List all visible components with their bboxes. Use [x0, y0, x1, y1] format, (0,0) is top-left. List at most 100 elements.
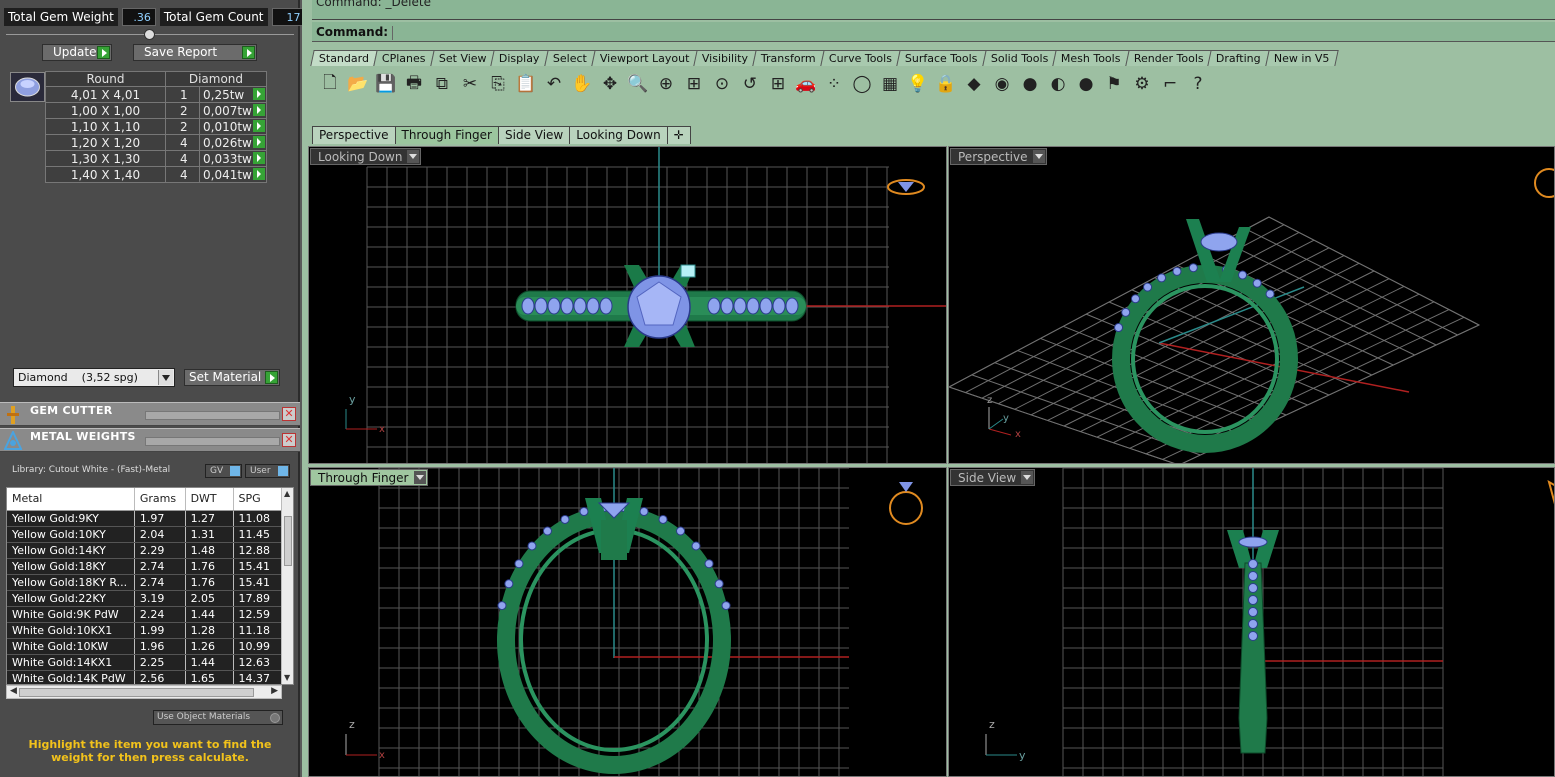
color-wheel-icon[interactable]: ◉: [990, 72, 1014, 96]
toolbar-tab-visibility[interactable]: Visibility: [693, 50, 758, 66]
chevron-down-icon[interactable]: [413, 471, 426, 484]
metal-row[interactable]: White Gold:10KX1 1.99 1.28 11.18: [7, 622, 284, 639]
scroll-right-icon[interactable]: ▶: [271, 686, 278, 696]
gem-cutter-panel-header[interactable]: GEM CUTTER ✕: [0, 402, 300, 426]
scrollbar-thumb[interactable]: [19, 688, 254, 697]
undo-view-icon[interactable]: ↺: [738, 72, 762, 96]
gem-row[interactable]: 4,01 X 4,01 1 0,25tw: [45, 86, 267, 103]
toolbar-tab-select[interactable]: Select: [544, 50, 596, 66]
chevron-down-icon[interactable]: [158, 370, 173, 385]
grams-column-header[interactable]: Grams: [134, 488, 186, 511]
viewport-label[interactable]: Side View: [950, 469, 1036, 486]
go-arrow-icon[interactable]: [252, 104, 265, 116]
dwt-column-header[interactable]: DWT: [185, 488, 234, 511]
update-button[interactable]: Update: [42, 44, 112, 61]
go-arrow-icon[interactable]: [252, 88, 265, 100]
toolbar-tab-cplanes[interactable]: CPlanes: [373, 50, 435, 66]
use-object-materials-toggle[interactable]: Use Object Materials: [153, 710, 283, 725]
close-icon[interactable]: ✕: [282, 407, 296, 421]
properties-icon[interactable]: ◆: [962, 72, 986, 96]
user-toggle[interactable]: User: [245, 464, 290, 478]
four-viewports-icon[interactable]: ⊞: [766, 72, 790, 96]
points-icon[interactable]: ⁘: [822, 72, 846, 96]
metal-row[interactable]: Yellow Gold:18KY 2.74 1.76 15.41: [7, 558, 284, 575]
toolbar-tab-viewport-layout[interactable]: Viewport Layout: [591, 50, 699, 66]
dimension-icon[interactable]: ⌐: [1158, 72, 1182, 96]
metal-row[interactable]: Yellow Gold:14KY 2.29 1.48 12.88: [7, 542, 284, 559]
gem-row[interactable]: 1,40 X 1,40 4 0,041tw: [45, 166, 267, 183]
metal-row[interactable]: Yellow Gold:10KY 2.04 1.31 11.45: [7, 526, 284, 543]
scrollbar-thumb[interactable]: [284, 516, 292, 566]
toolbar-tab-drafting[interactable]: Drafting: [1207, 50, 1270, 66]
shade-icon[interactable]: ●: [1018, 72, 1042, 96]
go-arrow-icon[interactable]: [252, 152, 265, 164]
go-arrow-icon[interactable]: [252, 136, 265, 148]
viewport-label[interactable]: Through Finger: [310, 469, 428, 486]
scroll-up-icon[interactable]: ▲: [284, 490, 292, 498]
chevron-down-icon[interactable]: [407, 150, 420, 163]
light-icon[interactable]: 💡: [906, 72, 930, 96]
set-material-button[interactable]: Set Material: [184, 369, 280, 386]
toolbar-tab-solid-tools[interactable]: Solid Tools: [982, 50, 1057, 66]
help-icon[interactable]: ?: [1186, 72, 1210, 96]
metal-row[interactable]: Yellow Gold:9KY 1.97 1.27 11.08: [7, 510, 284, 527]
pan-hand-icon[interactable]: ✋: [570, 72, 594, 96]
scroll-left-icon[interactable]: ◀: [10, 686, 17, 696]
zoom-extents-icon[interactable]: ⊞: [682, 72, 706, 96]
zoom-selected-icon[interactable]: ⊙: [710, 72, 734, 96]
cut-icon[interactable]: ✂: [458, 72, 482, 96]
metal-row[interactable]: White Gold:9K PdW 2.24 1.44 12.59: [7, 606, 284, 623]
undo-icon[interactable]: ↶: [542, 72, 566, 96]
copy-icon[interactable]: ⎘: [486, 72, 510, 96]
command-line[interactable]: Command:: [312, 22, 1555, 42]
circle-icon[interactable]: ◯: [850, 72, 874, 96]
toolbar-tab-transform[interactable]: Transform: [752, 50, 825, 66]
gem-row[interactable]: 1,00 X 1,00 2 0,007tw: [45, 102, 267, 119]
gem-row[interactable]: 1,20 X 1,20 4 0,026tw: [45, 134, 267, 151]
command-input[interactable]: [392, 25, 1542, 40]
metal-column-header[interactable]: Metal: [7, 488, 135, 511]
toolbar-tab-set-view[interactable]: Set View: [429, 50, 496, 66]
toolbar-tab-render-tools[interactable]: Render Tools: [1124, 50, 1213, 66]
save-icon[interactable]: 💾: [374, 72, 398, 96]
toolbar-tab-surface-tools[interactable]: Surface Tools: [896, 50, 987, 66]
options-icon[interactable]: ⚙: [1130, 72, 1154, 96]
open-folder-icon[interactable]: 📂: [346, 72, 370, 96]
rotate-view-icon[interactable]: ✥: [598, 72, 622, 96]
viewport-looking-down[interactable]: y x Looking Down: [308, 146, 947, 464]
render-sphere-icon[interactable]: ◐: [1046, 72, 1070, 96]
viewport-side-view[interactable]: z y Side View: [948, 467, 1555, 777]
viewport-through-finger[interactable]: z x Through Finger: [308, 467, 947, 777]
metal-weights-panel-header[interactable]: METAL WEIGHTS ✕: [0, 428, 300, 452]
go-arrow-icon[interactable]: [252, 168, 265, 180]
print-icon[interactable]: 🖶: [402, 72, 426, 96]
select-filter-icon[interactable]: ⚑: [1102, 72, 1126, 96]
gem-row[interactable]: 1,10 X 1,10 2 0,010tw: [45, 118, 267, 135]
metal-row[interactable]: White Gold:14K PdW 2.56 1.65 14.37: [7, 670, 284, 684]
zoom-icon[interactable]: 🔍: [626, 72, 650, 96]
toolbar-tab-display[interactable]: Display: [490, 50, 549, 66]
metal-row[interactable]: Yellow Gold:18KY R... 2.74 1.76 15.41: [7, 574, 284, 591]
metal-row[interactable]: White Gold:14KX1 2.25 1.44 12.63: [7, 654, 284, 671]
car-icon[interactable]: 🚗: [794, 72, 818, 96]
go-arrow-icon[interactable]: [252, 120, 265, 132]
import-icon[interactable]: ⧉: [430, 72, 454, 96]
scroll-down-icon[interactable]: ▼: [284, 674, 292, 682]
lock-icon[interactable]: 🔒: [934, 72, 958, 96]
toolbar-tab-new-in-v5[interactable]: New in V5: [1265, 50, 1339, 66]
new-file-icon[interactable]: 🗋: [318, 72, 342, 96]
close-icon[interactable]: ✕: [282, 433, 296, 447]
metal-row[interactable]: White Gold:10KW 1.96 1.26 10.99: [7, 638, 284, 655]
paste-icon[interactable]: 📋: [514, 72, 538, 96]
panel-slider-knob[interactable]: [144, 29, 155, 40]
material-select[interactable]: Diamond (3,52 spg): [13, 368, 175, 387]
gv-toggle[interactable]: GV: [205, 464, 242, 478]
toolbar-tab-standard[interactable]: Standard: [310, 50, 378, 66]
toolbar-tab-mesh-tools[interactable]: Mesh Tools: [1052, 50, 1130, 66]
zoom-window-icon[interactable]: ⊕: [654, 72, 678, 96]
chevron-down-icon[interactable]: [1032, 150, 1045, 163]
viewport-label[interactable]: Looking Down: [310, 148, 422, 165]
spg-column-header[interactable]: SPG: [233, 488, 284, 511]
toolbar-tab-curve-tools[interactable]: Curve Tools: [820, 50, 901, 66]
viewport-label[interactable]: Perspective: [950, 148, 1047, 165]
